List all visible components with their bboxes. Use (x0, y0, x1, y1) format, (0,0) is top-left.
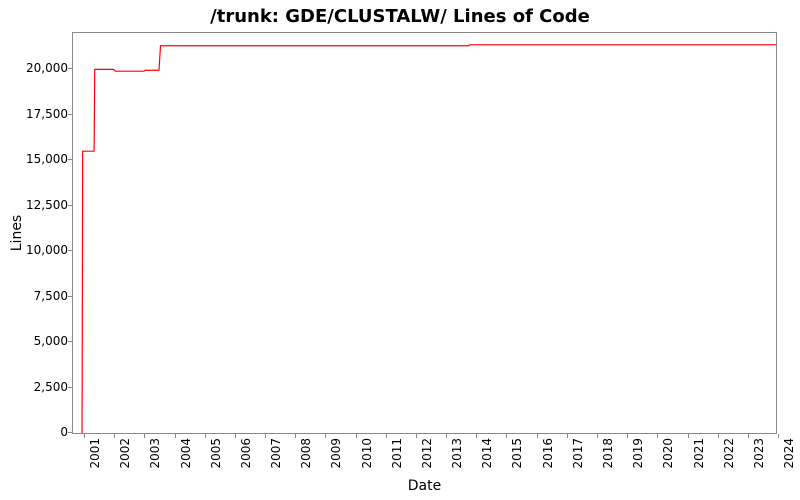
x-tick: 2013 (450, 438, 464, 469)
x-tick-mark (688, 434, 689, 438)
x-tick-mark (84, 434, 85, 438)
x-tick-mark (114, 434, 115, 438)
x-tick-mark (386, 434, 387, 438)
x-tick: 2020 (661, 438, 675, 469)
x-tick: 2010 (360, 438, 374, 469)
x-tick-mark (205, 434, 206, 438)
x-tick-mark (325, 434, 326, 438)
x-tick-mark (446, 434, 447, 438)
x-tick-mark (567, 434, 568, 438)
x-tick: 2004 (179, 438, 193, 469)
x-tick: 2012 (420, 438, 434, 469)
x-tick: 2014 (480, 438, 494, 469)
y-tick: 17,500 (0, 107, 68, 121)
x-tick-mark (537, 434, 538, 438)
x-tick: 2007 (269, 438, 283, 469)
x-tick: 2002 (118, 438, 132, 469)
x-tick-mark (748, 434, 749, 438)
y-tick: 15,000 (0, 152, 68, 166)
x-tick-mark (295, 434, 296, 438)
x-tick-mark (627, 434, 628, 438)
y-tick: 0 (0, 425, 68, 439)
x-tick-mark (597, 434, 598, 438)
y-tick: 2,500 (0, 380, 68, 394)
x-tick-mark (265, 434, 266, 438)
x-axis-label: Date (72, 478, 777, 494)
x-tick: 2024 (782, 438, 796, 469)
plot-svg (73, 33, 776, 433)
x-tick-mark (175, 434, 176, 438)
line-series (82, 45, 776, 433)
chart-container: /trunk: GDE/CLUSTALW/ Lines of Code Line… (0, 0, 800, 500)
x-tick: 2023 (752, 438, 766, 469)
x-tick: 2015 (510, 438, 524, 469)
chart-title: /trunk: GDE/CLUSTALW/ Lines of Code (0, 6, 800, 27)
plot-area (72, 32, 777, 434)
y-tick: 12,500 (0, 198, 68, 212)
x-tick-mark (356, 434, 357, 438)
x-tick-mark (506, 434, 507, 438)
x-tick: 2005 (209, 438, 223, 469)
x-tick: 2009 (329, 438, 343, 469)
x-tick: 2017 (571, 438, 585, 469)
x-tick: 2008 (299, 438, 313, 469)
x-tick: 2019 (631, 438, 645, 469)
y-tick: 20,000 (0, 61, 68, 75)
x-tick: 2006 (239, 438, 253, 469)
y-tick: 7,500 (0, 289, 68, 303)
x-tick: 2018 (601, 438, 615, 469)
x-tick-mark (718, 434, 719, 438)
x-tick: 2011 (390, 438, 404, 469)
x-tick: 2021 (692, 438, 706, 469)
x-tick-mark (476, 434, 477, 438)
y-axis-ticks: 02,5005,0007,50010,00012,50015,00017,500… (0, 32, 68, 434)
y-tick: 5,000 (0, 334, 68, 348)
x-tick-mark (657, 434, 658, 438)
y-tick: 10,000 (0, 243, 68, 257)
x-tick-mark (778, 434, 779, 438)
x-tick-mark (235, 434, 236, 438)
x-tick-mark (144, 434, 145, 438)
x-tick: 2001 (88, 438, 102, 469)
x-tick: 2003 (148, 438, 162, 469)
x-tick: 2022 (722, 438, 736, 469)
x-tick: 2016 (541, 438, 555, 469)
x-tick-mark (416, 434, 417, 438)
